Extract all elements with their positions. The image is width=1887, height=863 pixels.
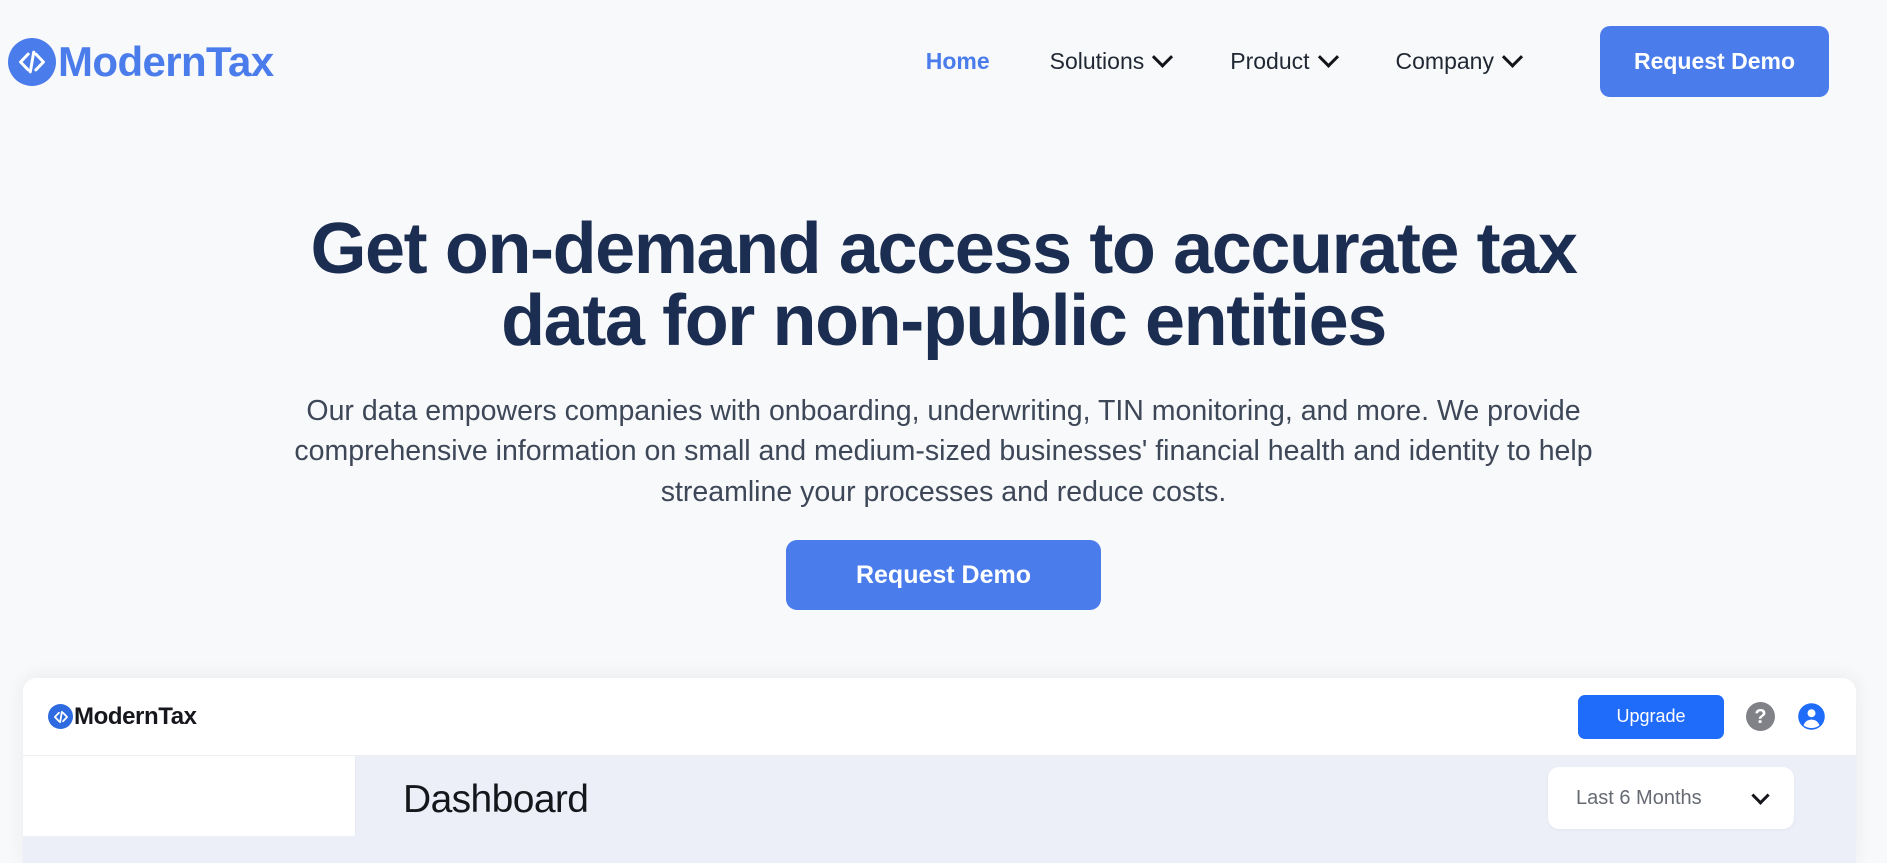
nav-item-label: Company	[1395, 48, 1494, 74]
primary-nav: Home Solutions Product Company Request D…	[896, 26, 1829, 97]
nav-item-product[interactable]: Product	[1200, 46, 1365, 75]
brand-logo[interactable]: ModernTax	[8, 37, 274, 86]
top-navbar: ModernTax Home Solutions Product Company…	[0, 0, 1887, 123]
dashboard-sidebar	[23, 756, 356, 836]
date-range-select[interactable]: Last 6 Months	[1548, 767, 1794, 829]
request-demo-button-nav[interactable]: Request Demo	[1599, 26, 1829, 97]
dashboard-brand-logo[interactable]: ModernTax	[48, 704, 197, 729]
nav-item-home[interactable]: Home	[896, 48, 1020, 75]
help-icon[interactable]: ?	[1746, 702, 1775, 731]
nav-item-label: Product	[1230, 48, 1310, 74]
upgrade-button[interactable]: Upgrade	[1578, 694, 1724, 739]
code-brackets-icon	[48, 704, 73, 729]
chevron-down-icon	[1152, 46, 1174, 68]
dashboard-preview: ModernTax Upgrade ? Dashboard Last 6 Mon…	[23, 678, 1856, 863]
request-demo-button-hero[interactable]: Request Demo	[786, 540, 1101, 611]
date-range-value: Last 6 Months	[1576, 786, 1702, 809]
dashboard-brand-name: ModernTax	[74, 702, 197, 730]
account-circle-icon[interactable]	[1797, 702, 1826, 731]
nav-item-company[interactable]: Company	[1366, 46, 1550, 75]
help-icon-glyph: ?	[1754, 705, 1767, 728]
dashboard-topbar: ModernTax Upgrade ?	[23, 678, 1856, 756]
dashboard-topbar-actions: Upgrade ?	[1578, 694, 1826, 739]
brand-name: ModernTax	[58, 37, 274, 85]
code-brackets-icon	[8, 37, 56, 86]
nav-item-label: Solutions	[1049, 48, 1145, 74]
nav-item-solutions[interactable]: Solutions	[1020, 46, 1201, 75]
hero-subtitle: Our data empowers companies with onboard…	[294, 395, 1593, 508]
dashboard-body: Dashboard Last 6 Months	[23, 756, 1856, 863]
chevron-down-icon	[1751, 785, 1770, 805]
dashboard-main-content: Dashboard Last 6 Months	[356, 756, 1856, 863]
chevron-down-icon	[1501, 46, 1524, 68]
page-title: Get on-demand access to accurate tax dat…	[310, 209, 1578, 361]
nav-item-label: Home	[925, 48, 990, 74]
dashboard-page-title: Dashboard	[403, 778, 589, 821]
hero-section: Get on-demand access to accurate tax dat…	[0, 123, 1887, 611]
chevron-down-icon	[1317, 46, 1339, 68]
